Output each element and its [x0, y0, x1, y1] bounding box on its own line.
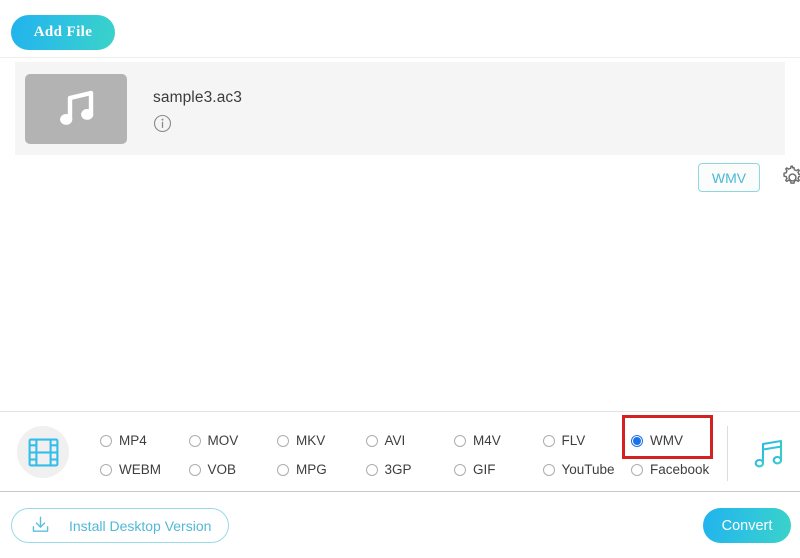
format-option-label: M4V [473, 433, 501, 448]
format-option-mpg[interactable]: MPG [277, 462, 327, 477]
gear-icon[interactable] [780, 165, 800, 190]
radio-youtube[interactable] [543, 464, 555, 476]
download-icon [30, 514, 51, 538]
radio-m4v[interactable] [454, 435, 466, 447]
format-option-facebook[interactable]: Facebook [631, 462, 709, 477]
format-option-m4v[interactable]: M4V [454, 433, 501, 448]
format-option-label: VOB [208, 462, 237, 477]
video-converter-app: Add File sample3.ac3 WMV [0, 0, 800, 558]
info-icon[interactable] [153, 114, 172, 133]
add-file-button[interactable]: Add File [11, 15, 115, 50]
format-option-mov[interactable]: MOV [189, 433, 239, 448]
format-option-label: MP4 [119, 433, 147, 448]
output-format-badge[interactable]: WMV [698, 163, 760, 192]
radio-facebook[interactable] [631, 464, 643, 476]
format-option-wmv[interactable]: WMV [631, 433, 683, 448]
radio-gif[interactable] [454, 464, 466, 476]
radio-flv[interactable] [543, 435, 555, 447]
format-option-youtube[interactable]: YouTube [543, 462, 615, 477]
format-option-label: WEBM [119, 462, 161, 477]
format-option-mp4[interactable]: MP4 [100, 433, 147, 448]
install-desktop-version-button[interactable]: Install Desktop Version [11, 508, 229, 543]
format-option-flv[interactable]: FLV [543, 433, 586, 448]
format-option-avi[interactable]: AVI [366, 433, 406, 448]
radio-mkv[interactable] [277, 435, 289, 447]
format-option-label: FLV [562, 433, 586, 448]
top-toolbar: Add File [0, 0, 800, 58]
format-option-webm[interactable]: WEBM [100, 462, 161, 477]
format-option-label: YouTube [562, 462, 615, 477]
convert-button[interactable]: Convert [703, 508, 791, 543]
format-option-label: WMV [650, 433, 683, 448]
radio-3gp[interactable] [366, 464, 378, 476]
format-option-label: AVI [385, 433, 406, 448]
format-option-mkv[interactable]: MKV [277, 433, 325, 448]
format-option-label: MPG [296, 462, 327, 477]
format-option-label: GIF [473, 462, 496, 477]
radio-mp4[interactable] [100, 435, 112, 447]
audio-formats-tab[interactable] [752, 438, 786, 470]
format-selection-bar: MP4 WEBM MOV VOB MKV MPG AVI 3GP M4V GIF FLV YouTub… [0, 411, 800, 492]
file-thumbnail [25, 74, 127, 144]
format-option-label: MOV [208, 433, 239, 448]
format-option-label: Facebook [650, 462, 709, 477]
format-divider [727, 426, 728, 481]
radio-mov[interactable] [189, 435, 201, 447]
file-name-label: sample3.ac3 [153, 89, 242, 107]
radio-webm[interactable] [100, 464, 112, 476]
format-option-label: 3GP [385, 462, 412, 477]
radio-mpg[interactable] [277, 464, 289, 476]
install-desktop-version-label: Install Desktop Version [69, 518, 211, 534]
radio-avi[interactable] [366, 435, 378, 447]
format-option-label: MKV [296, 433, 325, 448]
radio-wmv[interactable] [631, 435, 643, 447]
radio-vob[interactable] [189, 464, 201, 476]
bottom-toolbar: Install Desktop Version Convert [0, 493, 800, 558]
music-note-icon [53, 86, 99, 132]
format-option-gif[interactable]: GIF [454, 462, 496, 477]
video-formats-tab[interactable] [17, 426, 69, 478]
film-strip-icon [28, 438, 59, 467]
format-option-vob[interactable]: VOB [189, 462, 237, 477]
format-option-3gp[interactable]: 3GP [366, 462, 412, 477]
format-options-group: MP4 WEBM MOV VOB MKV MPG AVI 3GP M4V GIF FLV YouTub… [92, 428, 717, 478]
file-list-row[interactable]: sample3.ac3 WMV [15, 62, 785, 155]
